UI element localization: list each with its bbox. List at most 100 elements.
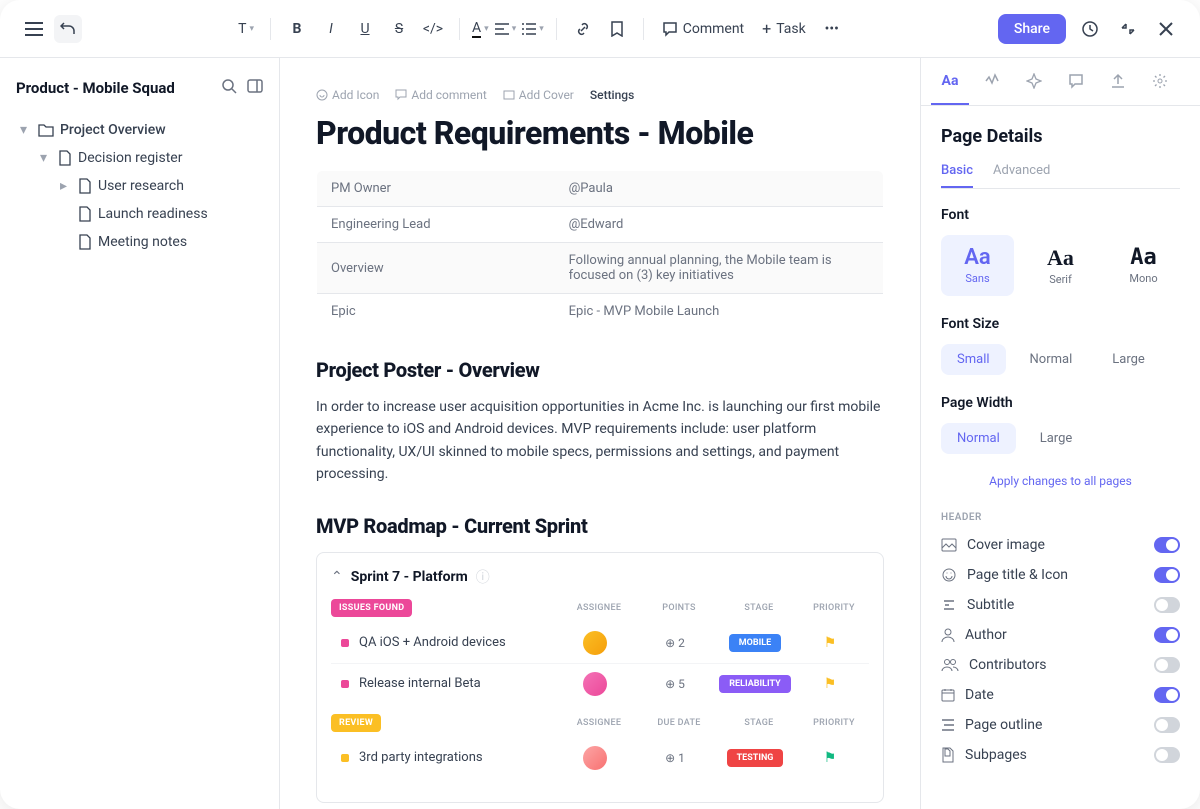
font-mono[interactable]: AaMono: [1107, 235, 1180, 296]
stage-badge: RELIABILITY: [719, 675, 790, 693]
toggle-switch[interactable]: [1154, 567, 1180, 583]
more-icon[interactable]: •••: [818, 15, 846, 43]
panel-tab-aa[interactable]: Aa: [931, 59, 969, 105]
status-badge: ISSUES FOUND: [331, 599, 412, 617]
chevron-up-icon[interactable]: ⌃: [331, 569, 343, 585]
toggle-cover: Cover image: [941, 537, 1180, 553]
size-large[interactable]: Large: [1096, 344, 1161, 375]
doc-icon: [78, 206, 92, 222]
sprint-card: ⌃ Sprint 7 - Platform ⓘ ISSUES FOUND ASS…: [316, 552, 884, 803]
font-sans[interactable]: AaSans: [941, 235, 1014, 296]
size-label: Font Size: [941, 316, 1180, 332]
info-icon[interactable]: ⓘ: [476, 567, 490, 587]
doc-icon: [78, 178, 92, 194]
tree-item-research[interactable]: ▸ User research: [16, 172, 263, 200]
link-icon[interactable]: [569, 15, 597, 43]
main-content: Add Icon Add comment Add Cover Settings …: [280, 58, 920, 809]
meta-val[interactable]: @Paula: [555, 171, 884, 207]
subtab-advanced[interactable]: Advanced: [993, 163, 1050, 188]
toggle-switch[interactable]: [1154, 597, 1180, 613]
status-dot: [341, 680, 349, 688]
panel-tab-ai[interactable]: [1015, 59, 1053, 105]
toggle-subpages: Subpages: [941, 747, 1180, 763]
heading-roadmap[interactable]: MVP Roadmap - Current Sprint: [316, 514, 884, 538]
toggle-subtitle: Subtitle: [941, 597, 1180, 613]
stage-badge: TESTING: [727, 749, 784, 767]
list-dropdown[interactable]: ▾: [522, 15, 544, 43]
search-icon[interactable]: [221, 78, 237, 98]
menu-icon[interactable]: [20, 15, 48, 43]
folder-icon: [38, 123, 54, 137]
width-label: Page Width: [941, 395, 1180, 411]
avatar[interactable]: [583, 631, 607, 655]
font-label: Font: [941, 207, 1180, 223]
toggle-switch[interactable]: [1154, 747, 1180, 763]
add-comment-action[interactable]: Add comment: [395, 88, 486, 102]
panel-tab-comments[interactable]: [1057, 59, 1095, 105]
toggle-title: Page title & Icon: [941, 567, 1180, 583]
doc-icon: [78, 234, 92, 250]
top-toolbar: T ▾ B I U S </> A ▾ ▾ ▾ Comment +Task ••…: [0, 0, 1200, 58]
toggle-contributors: Contributors: [941, 657, 1180, 673]
toggle-switch[interactable]: [1154, 537, 1180, 553]
text-color-dropdown[interactable]: A ▾: [472, 15, 489, 43]
subtab-basic[interactable]: Basic: [941, 163, 973, 188]
sidebar-title: Product - Mobile Squad: [16, 79, 175, 97]
bookmark-icon[interactable]: [603, 15, 631, 43]
strikethrough-icon[interactable]: S: [385, 15, 413, 43]
comment-button[interactable]: Comment: [656, 17, 750, 41]
tree-item-notes[interactable]: Meeting notes: [16, 228, 263, 256]
bold-icon[interactable]: B: [283, 15, 311, 43]
toggle-author: Author: [941, 627, 1180, 643]
priority-flag-icon: ⚑: [824, 635, 837, 651]
avatar[interactable]: [583, 746, 607, 770]
font-serif[interactable]: AaSerif: [1024, 235, 1097, 296]
status-dot: [341, 754, 349, 762]
stage-badge: MOBILE: [729, 634, 781, 652]
right-panel: Aa Page Details Basic Advanced Font AaSa…: [920, 58, 1200, 809]
toggle-switch[interactable]: [1154, 627, 1180, 643]
close-icon[interactable]: [1152, 15, 1180, 43]
meta-table: PM Owner@Paula Engineering Lead@Edward O…: [316, 170, 884, 330]
toggle-outline: Page outline: [941, 717, 1180, 733]
undo-icon[interactable]: [54, 15, 82, 43]
apply-all-link[interactable]: Apply changes to all pages: [941, 474, 1180, 488]
size-small[interactable]: Small: [941, 344, 1006, 375]
priority-flag-icon: ⚑: [824, 750, 837, 766]
align-dropdown[interactable]: ▾: [495, 15, 517, 43]
code-icon[interactable]: </>: [419, 15, 447, 43]
text-style-dropdown[interactable]: T ▾: [234, 15, 258, 43]
toggle-switch[interactable]: [1154, 687, 1180, 703]
tree-item-launch[interactable]: Launch readiness: [16, 200, 263, 228]
add-cover-action[interactable]: Add Cover: [503, 88, 574, 102]
task-row[interactable]: Release internal Beta ⊕ 5 RELIABILITY ⚑: [331, 664, 869, 704]
collapse-icon[interactable]: [1114, 15, 1142, 43]
share-button[interactable]: Share: [998, 14, 1066, 44]
toggle-switch[interactable]: [1154, 717, 1180, 733]
history-icon[interactable]: [1076, 15, 1104, 43]
task-button[interactable]: +Task: [756, 15, 812, 42]
panel-tab-settings[interactable]: [1141, 59, 1179, 105]
underline-icon[interactable]: U: [351, 15, 379, 43]
points: ⊕ 2: [665, 636, 685, 650]
doc-icon: [58, 150, 72, 166]
avatar[interactable]: [583, 672, 607, 696]
settings-action[interactable]: Settings: [590, 88, 634, 102]
italic-icon[interactable]: I: [317, 15, 345, 43]
tree-item-decision[interactable]: ▾ Decision register: [16, 144, 263, 172]
size-normal[interactable]: Normal: [1014, 344, 1089, 375]
panel-tab-export[interactable]: [1099, 59, 1137, 105]
priority-flag-icon: ⚑: [824, 676, 837, 692]
width-large[interactable]: Large: [1024, 423, 1089, 454]
body-paragraph[interactable]: In order to increase user acquisition op…: [316, 396, 884, 486]
tree-item-overview[interactable]: ▾ Project Overview: [16, 116, 263, 144]
task-row[interactable]: 3rd party integrations ⊕ 1 TESTING ⚑: [331, 738, 869, 778]
task-row[interactable]: QA iOS + Android devices ⊕ 2 MOBILE ⚑: [331, 623, 869, 664]
heading-poster[interactable]: Project Poster - Overview: [316, 358, 884, 382]
panel-icon[interactable]: [247, 78, 263, 98]
toggle-switch[interactable]: [1154, 657, 1180, 673]
width-normal[interactable]: Normal: [941, 423, 1016, 454]
add-icon-action[interactable]: Add Icon: [316, 88, 379, 102]
page-title[interactable]: Product Requirements - Mobile: [316, 114, 884, 152]
panel-tab-activity[interactable]: [973, 59, 1011, 105]
